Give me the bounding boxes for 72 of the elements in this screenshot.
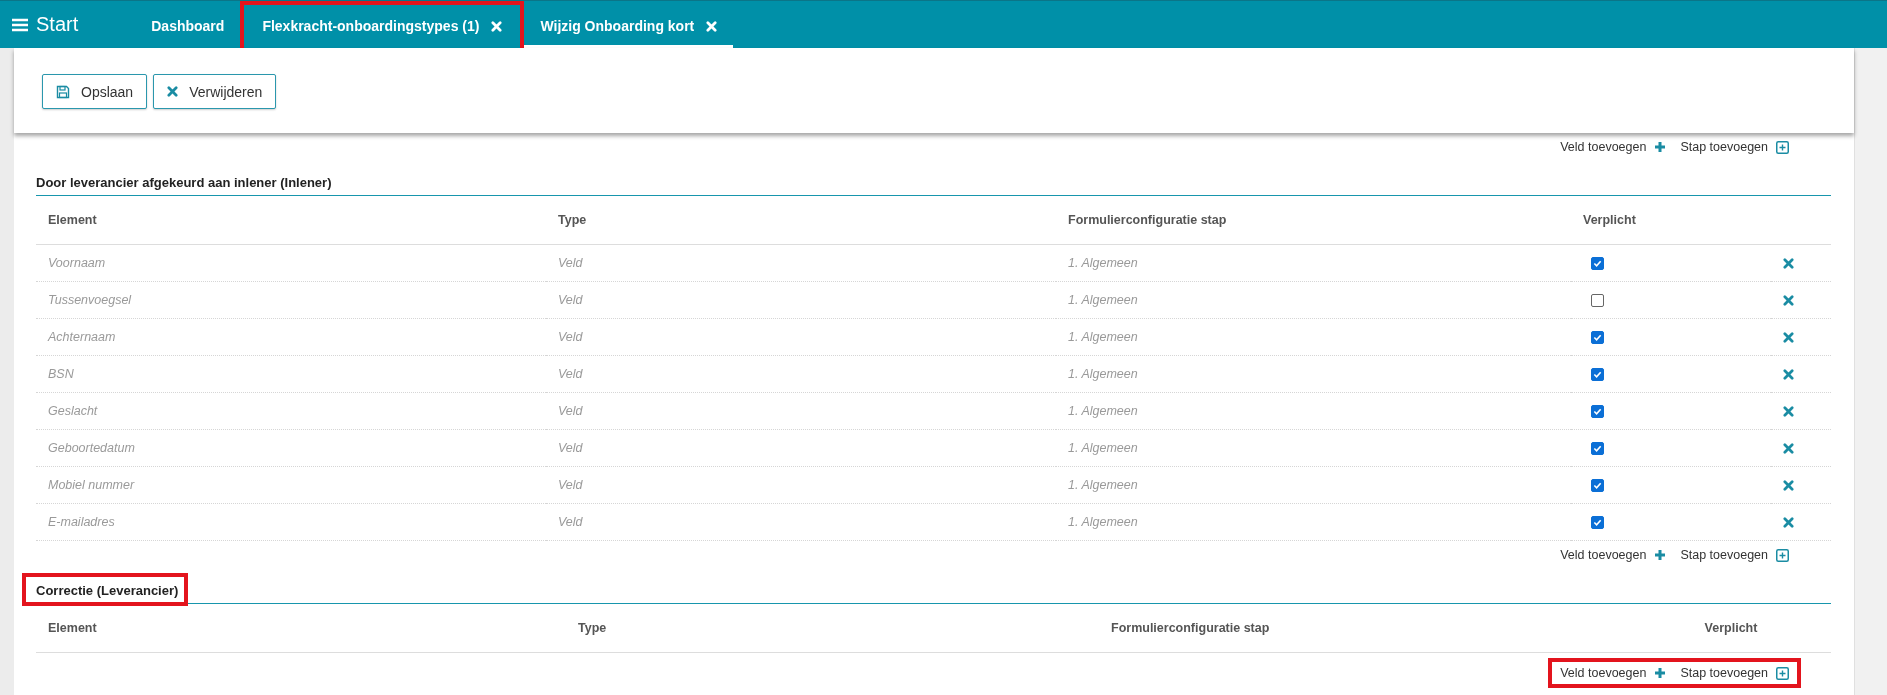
delete-icon[interactable]: [1783, 405, 1794, 417]
column-header: Formulierconfiguratie stap: [1111, 621, 1270, 635]
delete-icon[interactable]: [1783, 294, 1794, 306]
column-header: Element: [48, 621, 97, 635]
checkbox[interactable]: [1591, 515, 1604, 529]
delete-icon[interactable]: [1783, 516, 1794, 528]
add-box-icon: [1776, 666, 1789, 680]
plus-icon: [1654, 549, 1667, 561]
checkbox[interactable]: [1591, 330, 1604, 344]
table-cell: 1. Algemeen: [1068, 441, 1138, 455]
delete-icon[interactable]: [1783, 368, 1794, 380]
checkbox[interactable]: [1591, 256, 1604, 270]
table-cell: Veld: [558, 367, 583, 381]
table-cell: 1. Algemeen: [1068, 256, 1138, 270]
column-header: Verplicht: [1583, 213, 1636, 227]
table-cell: Voornaam: [48, 256, 106, 270]
column-header: Verplicht: [1704, 621, 1758, 635]
table-cell: Tussenvoegsel: [48, 293, 132, 307]
checkbox[interactable]: [1591, 441, 1604, 455]
column-header: Type: [558, 213, 587, 227]
table-cell: Veld: [558, 404, 583, 418]
save-button[interactable]: Opslaan: [42, 74, 148, 109]
close-icon: [167, 86, 179, 97]
column-header: Formulierconfiguratie stap: [1068, 213, 1227, 227]
menu-button[interactable]: Start: [0, 1, 91, 48]
plus-icon: [1654, 667, 1667, 679]
add-step-link[interactable]: Stap toevoegen: [1680, 666, 1789, 680]
add-step-link[interactable]: Stap toevoegen: [1680, 140, 1789, 154]
table-cell: 1. Algemeen: [1068, 515, 1138, 529]
checkbox[interactable]: [1591, 367, 1604, 381]
delete-button[interactable]: Verwijderen: [153, 74, 277, 109]
checkbox[interactable]: [1591, 478, 1604, 492]
column-header: Type: [578, 621, 607, 635]
checkbox[interactable]: [1591, 404, 1604, 418]
tab[interactable]: Dashboard: [135, 7, 241, 48]
delete-icon[interactable]: [1783, 479, 1794, 491]
table-cell: Veld: [558, 441, 583, 455]
table-cell: 1. Algemeen: [1068, 293, 1138, 307]
add-step-link[interactable]: Stap toevoegen: [1680, 548, 1789, 562]
table-cell: Achternaam: [48, 330, 116, 344]
table-cell: BSN: [48, 367, 74, 381]
plus-icon: [1654, 141, 1667, 153]
save-icon: [56, 84, 70, 99]
table-cell: Geboortedatum: [48, 441, 135, 455]
add-field-link[interactable]: Veld toevoegen: [1560, 548, 1667, 562]
table-cell: Geslacht: [48, 404, 98, 418]
table-cell: 1. Algemeen: [1068, 330, 1138, 344]
section-title: Door leverancier afgekeurd aan inlener (Inlener): [36, 174, 332, 192]
table-cell: 1. Algemeen: [1068, 478, 1138, 492]
table-cell: Veld: [558, 478, 583, 492]
scrollbar[interactable]: [1854, 48, 1887, 695]
table-cell: Mobiel nummer: [48, 478, 135, 492]
table-cell: Veld: [558, 293, 583, 307]
delete-icon[interactable]: [1783, 331, 1794, 343]
section-title: Correctie (Leverancier): [36, 582, 179, 600]
table-cell: E-mailadres: [48, 515, 115, 529]
close-icon[interactable]: [706, 20, 718, 32]
table-cell: Veld: [558, 515, 583, 529]
table-cell: 1. Algemeen: [1068, 404, 1138, 418]
delete-icon[interactable]: [1783, 442, 1794, 454]
close-icon[interactable]: [491, 20, 503, 32]
checkbox[interactable]: [1591, 293, 1604, 307]
add-field-link[interactable]: Veld toevoegen: [1560, 666, 1667, 680]
table-cell: 1. Algemeen: [1068, 367, 1138, 381]
menu-icon: [12, 17, 28, 32]
add-box-icon: [1776, 140, 1789, 154]
add-field-link[interactable]: Veld toevoegen: [1560, 140, 1667, 154]
table-cell: Veld: [558, 256, 583, 270]
table-cell: Veld: [558, 330, 583, 344]
column-header: Element: [48, 213, 97, 227]
add-box-icon: [1776, 548, 1789, 562]
delete-icon[interactable]: [1783, 257, 1794, 269]
